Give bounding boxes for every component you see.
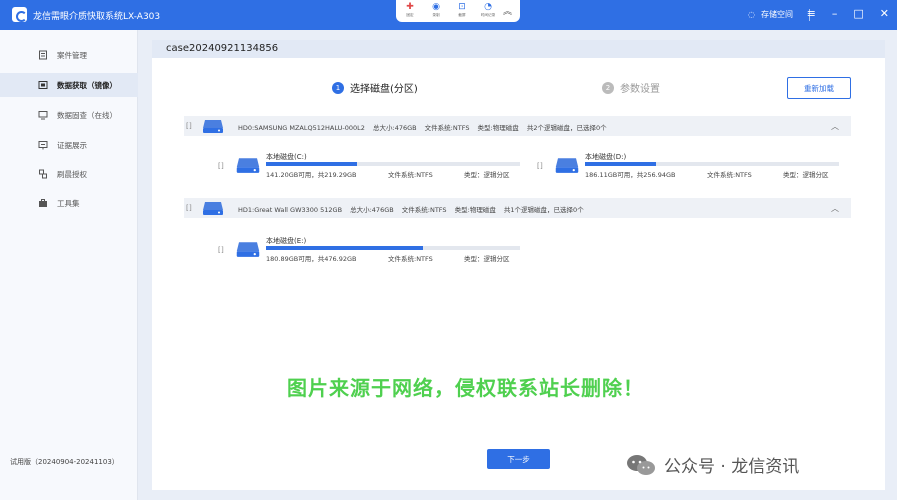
chevron-up-icon[interactable]: ︿ xyxy=(831,203,839,214)
usage-bar-fill xyxy=(585,162,657,166)
usage-bar xyxy=(266,246,520,250)
main-panel: 1 选择磁盘(分区) 2 参数设置 重新加载 HD0:SAMSUNG MZALQ… xyxy=(152,58,885,490)
record-icon: ◉ xyxy=(432,2,440,12)
step-indicator: 1 选择磁盘(分区) 2 参数设置 xyxy=(332,80,692,98)
storage-icon: ◌ xyxy=(748,10,755,19)
disk-row-hd0[interactable]: HD0:SAMSUNG MZALQ512HALU-000L2 总大小:476GB… xyxy=(184,116,851,136)
usage-bar-fill xyxy=(266,246,424,250)
menu-icon[interactable]: ≡ xyxy=(807,7,816,20)
next-button[interactable]: 下一步 xyxy=(487,449,550,469)
app-title: 龙信需眼介质快取系统LX-A303 xyxy=(33,12,161,22)
sidebar-item-toolbox[interactable]: 工具集 xyxy=(0,191,138,215)
minimize-icon[interactable]: – xyxy=(832,7,838,20)
toolbox-icon xyxy=(38,198,48,208)
case-header: case20240921134856 xyxy=(152,40,885,58)
hard-disk-icon xyxy=(235,156,261,174)
hard-disk-icon xyxy=(202,200,224,216)
crop-tool-button[interactable]: ⊡ 截屏 xyxy=(450,2,474,18)
quick-tools: ✚ 固定 ◉ 录制 ⊡ 截屏 ◔ 时间记录 ︽ xyxy=(396,0,520,22)
pin-icon: ✚ xyxy=(406,2,414,12)
disk-checkbox[interactable] xyxy=(186,122,194,130)
case-icon xyxy=(38,50,48,60)
partition-checkbox[interactable] xyxy=(218,246,226,254)
usage-bar-fill xyxy=(266,162,358,166)
pin-tool-button[interactable]: ✚ 固定 xyxy=(398,2,422,18)
partition-checkbox[interactable] xyxy=(537,162,545,170)
sidebar-item-license[interactable]: 刷晨授权 xyxy=(0,162,138,186)
reload-button[interactable]: 重新加载 xyxy=(787,77,851,99)
partition-d[interactable]: 本地磁盘(D:) 186.11GB可用，共256.94GB 文件系统:NTFS … xyxy=(537,152,839,182)
hard-disk-icon xyxy=(235,240,261,258)
clock-tool-button[interactable]: ◔ 时间记录 xyxy=(476,2,500,18)
watermark-text: 图片来源于网络，侵权联系站长删除！ xyxy=(287,376,644,400)
chevron-up-icon[interactable]: ︿ xyxy=(831,121,839,132)
sidebar-item-online-data[interactable]: 数据固查（在线） xyxy=(0,103,138,127)
hard-disk-icon xyxy=(202,118,224,134)
app-logo-icon xyxy=(12,7,27,22)
crop-icon: ⊡ xyxy=(458,2,466,12)
version-label: 试用版（20240904-20241103） xyxy=(10,458,119,466)
license-icon xyxy=(38,169,48,179)
case-title: case20240921134856 xyxy=(166,43,279,54)
disk-info: HD0:SAMSUNG MZALQ512HALU-000L2 总大小:476GB… xyxy=(238,124,607,132)
disk-info: HD1:Great Wall GW3300 512GB 总大小:476GB 文件… xyxy=(238,206,584,214)
sidebar-item-case-management[interactable]: 案件管理 xyxy=(0,43,138,67)
collapse-chevron-icon[interactable]: ︽ xyxy=(503,4,512,17)
monitor-icon xyxy=(38,110,48,120)
step-1: 1 选择磁盘(分区) xyxy=(332,80,418,95)
wechat-icon xyxy=(626,454,656,476)
wechat-credit: 公众号 · 龙信资讯 xyxy=(626,452,799,477)
record-tool-button[interactable]: ◉ 录制 xyxy=(424,2,448,18)
partition-c[interactable]: 本地磁盘(C:) 141.20GB可用，共219.29GB 文件系统:NTFS … xyxy=(218,152,520,182)
step-2: 2 参数设置 xyxy=(602,80,660,95)
close-icon[interactable]: ✕ xyxy=(880,7,889,20)
window-controls: ≡ – □ ✕ xyxy=(807,7,889,20)
clock-icon: ◔ xyxy=(484,2,492,12)
evidence-icon xyxy=(38,140,48,150)
usage-bar xyxy=(585,162,839,166)
partition-e[interactable]: 本地磁盘(E:) 180.89GB可用，共476.92GB 文件系统:NTFS … xyxy=(218,236,520,266)
storage-space-button[interactable]: ◌ 存储空间 xyxy=(748,9,793,20)
disk-checkbox[interactable] xyxy=(186,204,194,212)
usage-bar xyxy=(266,162,520,166)
maximize-icon[interactable]: □ xyxy=(853,7,863,20)
sidebar: 案件管理 数据获取（镜像） 数据固查（在线） 证据展示 刷晨授权 工具集 试用版… xyxy=(0,30,138,500)
disk-row-hd1[interactable]: HD1:Great Wall GW3300 512GB 总大小:476GB 文件… xyxy=(184,198,851,218)
title-bar: 龙信需眼介质快取系统LX-A303 ✚ 固定 ◉ 录制 ⊡ 截屏 ◔ 时间记录 … xyxy=(0,0,897,30)
sidebar-item-evidence[interactable]: 证据展示 xyxy=(0,133,138,157)
partition-checkbox[interactable] xyxy=(218,162,226,170)
sidebar-item-data-acquisition[interactable]: 数据获取（镜像） xyxy=(0,73,138,97)
disk-image-icon xyxy=(38,80,48,90)
hard-disk-icon xyxy=(554,156,580,174)
